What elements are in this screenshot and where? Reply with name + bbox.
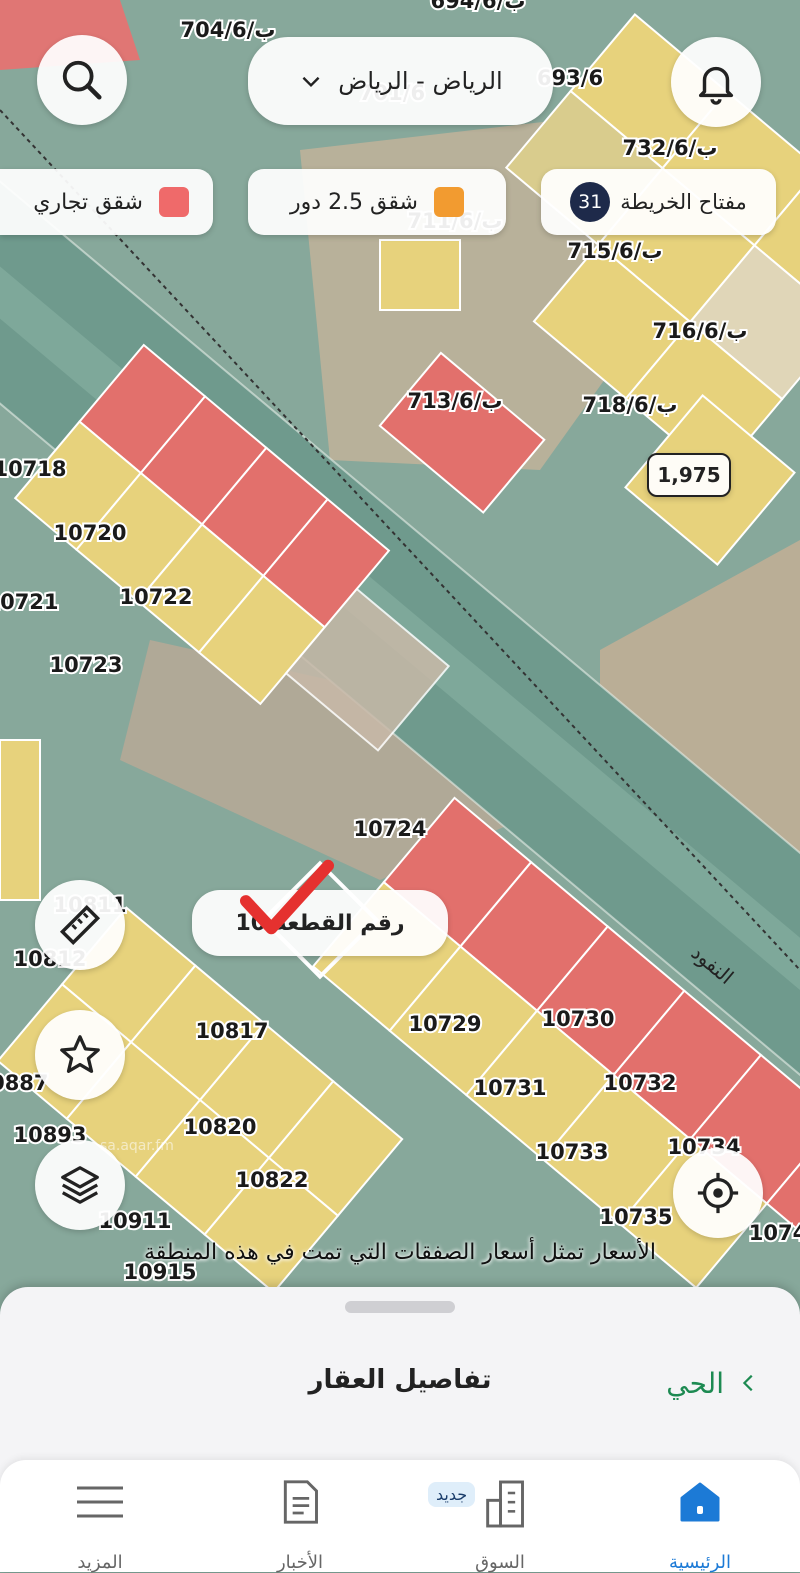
plot-number-label: 10718 — [0, 457, 67, 481]
plot-number-label: 10730 — [541, 1007, 614, 1031]
plot-number-label: 10723 — [49, 653, 122, 677]
parcel — [0, 739, 41, 901]
price-marker[interactable]: 1,975 — [647, 453, 731, 497]
plot-number-label: 10721 — [0, 590, 59, 614]
plot-number-label: 10820 — [183, 1115, 256, 1139]
plot-number-label: 10729 — [408, 1012, 481, 1036]
plot-number-label: 10722 — [119, 585, 192, 609]
nav-market-new-badge: جديد — [428, 1482, 476, 1507]
favorite-button[interactable] — [35, 1010, 125, 1100]
nav-news[interactable]: الأخبار — [240, 1460, 360, 1573]
district-link-label: الحي — [666, 1366, 724, 1400]
menu-icon — [77, 1486, 123, 1518]
plot-number-label: 718/6/ب — [583, 393, 678, 417]
plot-number-label: 716/6/ب — [653, 319, 748, 343]
ruler-icon — [59, 904, 101, 946]
location-label: الرياض - الرياض — [338, 67, 503, 95]
map-key-button[interactable]: 31 مفتاح الخريطة — [541, 169, 776, 235]
chevron-down-icon — [302, 76, 320, 88]
measure-button[interactable] — [35, 880, 125, 970]
legend-swatch-commercial — [159, 187, 189, 217]
layers-button[interactable] — [35, 1140, 125, 1230]
plot-number-label: 732/6/ب — [623, 136, 718, 160]
price-marker-value: 1,975 — [657, 463, 721, 487]
nav-home-label: الرئيسية — [669, 1552, 731, 1573]
parcel — [379, 239, 461, 311]
plot-number-label: 10720 — [53, 521, 126, 545]
star-icon — [60, 1035, 100, 1073]
notifications-button[interactable] — [671, 37, 761, 127]
plot-number-label: 10724 — [353, 817, 426, 841]
plot-number-label: 10817 — [195, 1019, 268, 1043]
my-location-button[interactable] — [673, 1148, 763, 1238]
legend-label: شقق تجاري — [33, 189, 143, 215]
map-key-count: 31 — [570, 182, 611, 222]
plot-number-label: 713/6/ب — [408, 389, 503, 413]
bell-icon — [698, 66, 734, 105]
legend-item-commercial[interactable]: شقق تجاري — [0, 169, 213, 235]
plot-number-label: 10733 — [535, 1140, 608, 1164]
nav-more-label: المزيد — [77, 1552, 123, 1573]
legend-label: شقق 2.5 دور — [290, 189, 418, 215]
price-notice: الأسعار تمثل أسعار الصفقات التي تمت في ه… — [143, 1240, 657, 1265]
nav-more[interactable]: المزيد — [40, 1460, 160, 1573]
search-button[interactable] — [37, 35, 127, 125]
legend-item-apartments[interactable]: شقق 2.5 دور — [248, 169, 506, 235]
sheet-title: تفاصيل العقار — [308, 1365, 492, 1395]
plot-number-label: 715/6/ب — [568, 239, 663, 263]
checkmark-icon — [239, 859, 335, 935]
search-icon — [62, 60, 102, 100]
plot-number-label: 10731 — [473, 1076, 546, 1100]
chevron-left-icon — [742, 1374, 753, 1392]
plot-number-label: 704/6/ب — [181, 18, 276, 42]
building-icon — [486, 1480, 524, 1528]
home-icon — [680, 1482, 720, 1522]
document-icon — [283, 1480, 318, 1524]
nav-market-label: السوق — [475, 1552, 525, 1573]
sheet-drag-handle[interactable] — [345, 1301, 455, 1313]
nav-news-label: الأخبار — [276, 1552, 323, 1573]
legend-swatch-apartments — [433, 187, 464, 217]
bottom-navigation: المزيد الأخبار جديد السوق الرئيسية — [0, 1460, 800, 1573]
nav-market[interactable]: جديد السوق — [428, 1460, 560, 1573]
plot-number-label: 10735 — [599, 1205, 672, 1229]
map-key-label: مفتاح الخريطة — [620, 190, 747, 214]
location-selector[interactable]: الرياض - الرياض — [248, 37, 553, 125]
nav-home[interactable]: الرئيسية — [640, 1460, 760, 1573]
district-link[interactable]: الحي — [630, 1361, 760, 1405]
crosshair-icon — [697, 1172, 739, 1214]
plot-number-label: 10822 — [235, 1168, 308, 1192]
layers-icon — [61, 1166, 99, 1204]
plot-number-label: 10732 — [603, 1071, 676, 1095]
plot-number-label: 694/6/ب — [431, 0, 526, 13]
